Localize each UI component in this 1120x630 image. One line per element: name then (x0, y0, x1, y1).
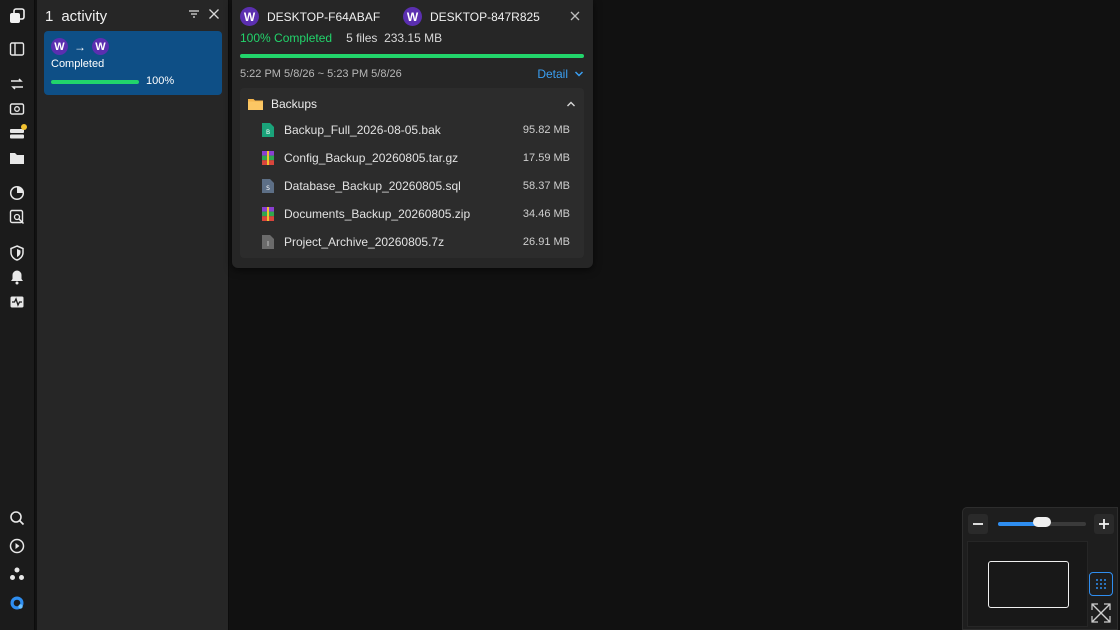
card-devices: W → W (51, 38, 109, 55)
file-size: 58.37 MB (522, 180, 570, 192)
close-icon[interactable] (208, 7, 220, 25)
grid-icon (1096, 579, 1106, 589)
transfer-status: 100% Completed (240, 31, 333, 45)
file-row[interactable]: S Database_Backup_20260805.sql 58.37 MB (262, 177, 570, 195)
target-device-avatar: W (92, 38, 109, 55)
target-device-name: DESKTOP-847R825 (430, 9, 540, 24)
close-icon[interactable] (569, 9, 581, 21)
search-icon[interactable] (6, 507, 28, 529)
archive-file-icon (262, 207, 274, 221)
detail-label: Detail (537, 67, 568, 81)
file-row[interactable]: Project_Archive_20260805.7z 26.91 MB (262, 233, 570, 251)
zoom-widget (962, 507, 1118, 630)
card-progress-bar (51, 80, 139, 84)
db-file-icon: B (262, 123, 274, 137)
shield-icon[interactable] (6, 242, 28, 264)
filter-icon[interactable] (188, 7, 200, 25)
activity-card[interactable]: W → W Completed 100% (44, 31, 222, 95)
transfer-icon[interactable] (6, 73, 28, 95)
activity-count: 1 (45, 7, 54, 25)
archive-file-icon (262, 151, 274, 165)
sidebar-toggle-icon[interactable] (6, 38, 28, 60)
search-log-icon[interactable] (6, 206, 28, 228)
file-name: Backup_Full_2026-08-05.bak (284, 123, 441, 137)
svg-text:B: B (266, 129, 270, 136)
file-name: Config_Backup_20260805.tar.gz (284, 151, 459, 165)
file-name: Database_Backup_20260805.sql (284, 179, 461, 193)
screenshot-icon[interactable] (6, 98, 28, 120)
file-name: Documents_Backup_20260805.zip (284, 207, 471, 221)
community-icon[interactable] (6, 563, 28, 585)
folder-name: Backups (271, 97, 318, 111)
activity-panel: 1 activity W → W Completed 100% (37, 0, 229, 630)
file-size: 95.82 MB (522, 124, 570, 136)
source-device-icon: W (240, 7, 259, 26)
zoom-slider-thumb[interactable] (1033, 517, 1051, 527)
chevron-up-icon[interactable] (566, 99, 576, 109)
stats-icon[interactable] (6, 182, 28, 204)
monitor-pulse-icon[interactable] (6, 291, 28, 313)
time-range: 5:22 PM 5/8/26 ~ 5:23 PM 5/8/26 (240, 68, 402, 80)
target-device: W DESKTOP-847R825 (403, 7, 540, 26)
bell-icon[interactable] (6, 266, 28, 288)
card-status: Completed (51, 58, 105, 70)
transfer-detail-panel: W DESKTOP-F64ABAF W DESKTOP-847R825 100%… (232, 0, 593, 268)
transfer-progress-bar (240, 54, 584, 58)
chevron-down-icon (574, 71, 584, 77)
nav-rail (0, 0, 35, 630)
file-name: Project_Archive_20260805.7z (284, 235, 445, 249)
transfer-summary: 5 files 233.15 MB (346, 31, 443, 45)
fullscreen-icon (1091, 603, 1111, 623)
zoom-in-button[interactable] (1094, 514, 1114, 534)
fullscreen-button[interactable] (1089, 601, 1113, 625)
source-device-name: DESKTOP-F64ABAF (267, 9, 381, 24)
sql-file-icon: S (262, 179, 274, 193)
file-size: 17.59 MB (522, 152, 570, 164)
svg-text:S: S (266, 185, 270, 192)
minus-icon (973, 523, 983, 525)
zoom-out-button[interactable] (968, 514, 988, 534)
activity-header: 1 activity (45, 6, 220, 26)
file-size: 34.46 MB (522, 208, 570, 220)
play-icon[interactable] (6, 535, 28, 557)
target-device-icon: W (403, 7, 422, 26)
source-device-avatar: W (51, 38, 68, 55)
account-icon[interactable] (6, 592, 28, 614)
grid-toggle-button[interactable] (1089, 572, 1113, 596)
file-row[interactable]: B Backup_Full_2026-08-05.bak 95.82 MB (262, 121, 570, 139)
notification-dot (21, 124, 27, 130)
transfer-progress-line: 100% Completed 5 files 233.15 MB (240, 31, 442, 45)
folder-header[interactable]: Backups (248, 95, 576, 113)
minimap[interactable] (967, 541, 1088, 627)
file-size: 26.91 MB (522, 236, 570, 248)
folder-icon[interactable] (6, 147, 28, 169)
devices-icon[interactable] (6, 122, 28, 144)
card-progress-label: 100% (146, 75, 175, 87)
file-row[interactable]: Documents_Backup_20260805.zip 34.46 MB (262, 205, 570, 223)
folder-icon (248, 99, 263, 110)
arrow-right-icon: → (74, 39, 86, 54)
activity-title: activity (61, 7, 108, 25)
time-row: 5:22 PM 5/8/26 ~ 5:23 PM 5/8/26 Detail (240, 67, 584, 81)
detail-toggle[interactable]: Detail (537, 67, 584, 81)
card-progress-fill (51, 80, 139, 84)
app-logo-icon[interactable] (6, 5, 28, 27)
generic-file-icon (262, 235, 274, 249)
file-row[interactable]: Config_Backup_20260805.tar.gz 17.59 MB (262, 149, 570, 167)
folder-group: Backups B Backup_Full_2026-08-05.bak 95.… (240, 88, 584, 258)
minimap-viewport[interactable] (988, 561, 1069, 608)
plus-icon (1099, 519, 1109, 529)
source-device: W DESKTOP-F64ABAF (240, 7, 380, 26)
